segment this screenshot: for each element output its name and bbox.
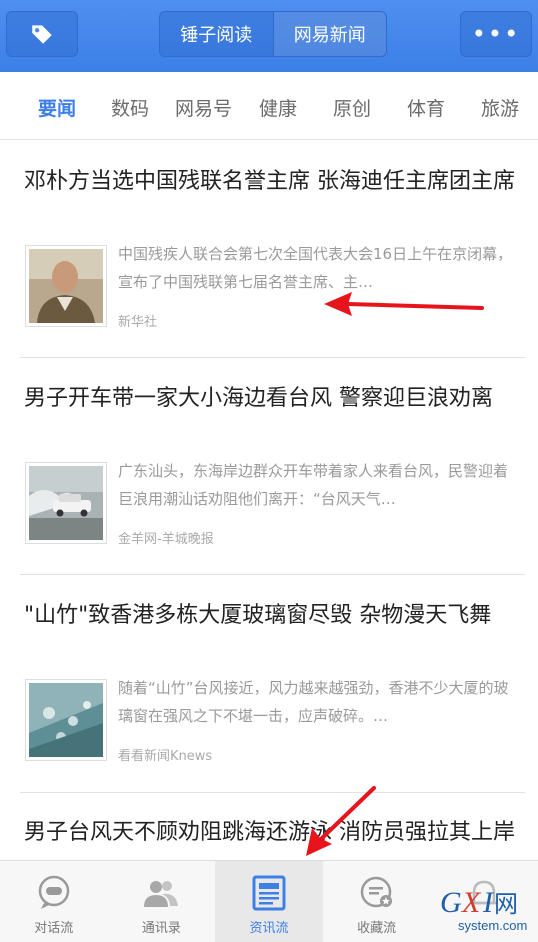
tab-sports[interactable]: 体育 bbox=[407, 94, 445, 121]
category-tabs: 要闻 数码 网易号 健康 原创 体育 旅游 bbox=[0, 72, 538, 140]
segment-smartisan-reader[interactable]: 锤子阅读 bbox=[160, 12, 273, 56]
contacts-icon bbox=[144, 881, 179, 907]
tag-icon bbox=[32, 25, 52, 44]
favorites-icon bbox=[360, 876, 392, 908]
divider bbox=[20, 357, 525, 358]
tab-headlines[interactable]: 要闻 bbox=[38, 94, 76, 121]
nav-label: 通讯录 bbox=[141, 921, 181, 936]
news-summary: 广东汕头，东海岸边群众开车带着家人来看台风，民警迎着巨浪用潮汕话劝阻他们离开：“… bbox=[118, 462, 509, 508]
svg-text:system.com: system.com bbox=[458, 918, 527, 933]
tab-travel[interactable]: 旅游 bbox=[481, 94, 519, 121]
nav-label: 收藏流 bbox=[357, 921, 397, 936]
divider bbox=[20, 792, 525, 793]
news-title: 男子台风天不顾劝阻跳海还游泳 消防员强拉其上岸 bbox=[24, 820, 515, 845]
news-title: 邓朴方当选中国残联名誉主席 张海迪任主席团主席 bbox=[24, 169, 515, 194]
tag-button[interactable] bbox=[6, 11, 78, 57]
nav-news-feed[interactable]: 资讯流 bbox=[215, 861, 323, 942]
news-thumbnail bbox=[25, 679, 107, 761]
top-header: 锤子阅读 网易新闻 ••• bbox=[0, 0, 538, 72]
news-title: "山竹"致香港多栋大厦玻璃窗尽毁 杂物漫天飞舞 bbox=[24, 603, 492, 628]
source-switch: 锤子阅读 网易新闻 bbox=[159, 11, 387, 57]
svg-text:网: 网 bbox=[494, 890, 518, 918]
news-title: 男子开车带一家大小海边看台风 警察迎巨浪劝离 bbox=[24, 386, 493, 411]
tab-netease-account[interactable]: 网易号 bbox=[175, 94, 232, 121]
tab-original[interactable]: 原创 bbox=[333, 94, 371, 121]
nav-contacts[interactable]: 通讯录 bbox=[108, 861, 216, 942]
red-arrow-left bbox=[324, 292, 484, 316]
nav-favorites[interactable]: 收藏流 bbox=[323, 861, 431, 942]
news-source: 新华社 bbox=[118, 315, 158, 330]
news-feed-icon bbox=[252, 875, 286, 911]
tab-digital[interactable]: 数码 bbox=[111, 94, 149, 121]
divider bbox=[20, 574, 525, 575]
more-icon: ••• bbox=[471, 20, 521, 48]
site-watermark-logo: G X I 网 system.com bbox=[438, 880, 532, 936]
news-summary: 随着“山竹”台风接近，风力越来越强劲，香港不少大厦的玻璃窗在强风之下不堪一击，应… bbox=[118, 679, 509, 725]
tab-health[interactable]: 健康 bbox=[259, 94, 297, 121]
news-thumbnail bbox=[25, 462, 107, 544]
svg-text:X: X bbox=[461, 886, 482, 919]
chat-flow-icon bbox=[38, 875, 70, 909]
red-arrow-down bbox=[306, 786, 376, 856]
nav-label: 资讯流 bbox=[249, 921, 289, 936]
news-source: 看看新闻Knews bbox=[118, 749, 213, 764]
news-source: 金羊网-羊城晚报 bbox=[118, 532, 214, 547]
more-button[interactable]: ••• bbox=[460, 11, 532, 57]
nav-label: 对话流 bbox=[34, 921, 74, 936]
svg-text:G: G bbox=[440, 886, 462, 919]
news-thumbnail bbox=[25, 245, 107, 327]
segment-netease-news[interactable]: 网易新闻 bbox=[272, 12, 386, 56]
nav-chat-flow[interactable]: 对话流 bbox=[0, 861, 108, 942]
